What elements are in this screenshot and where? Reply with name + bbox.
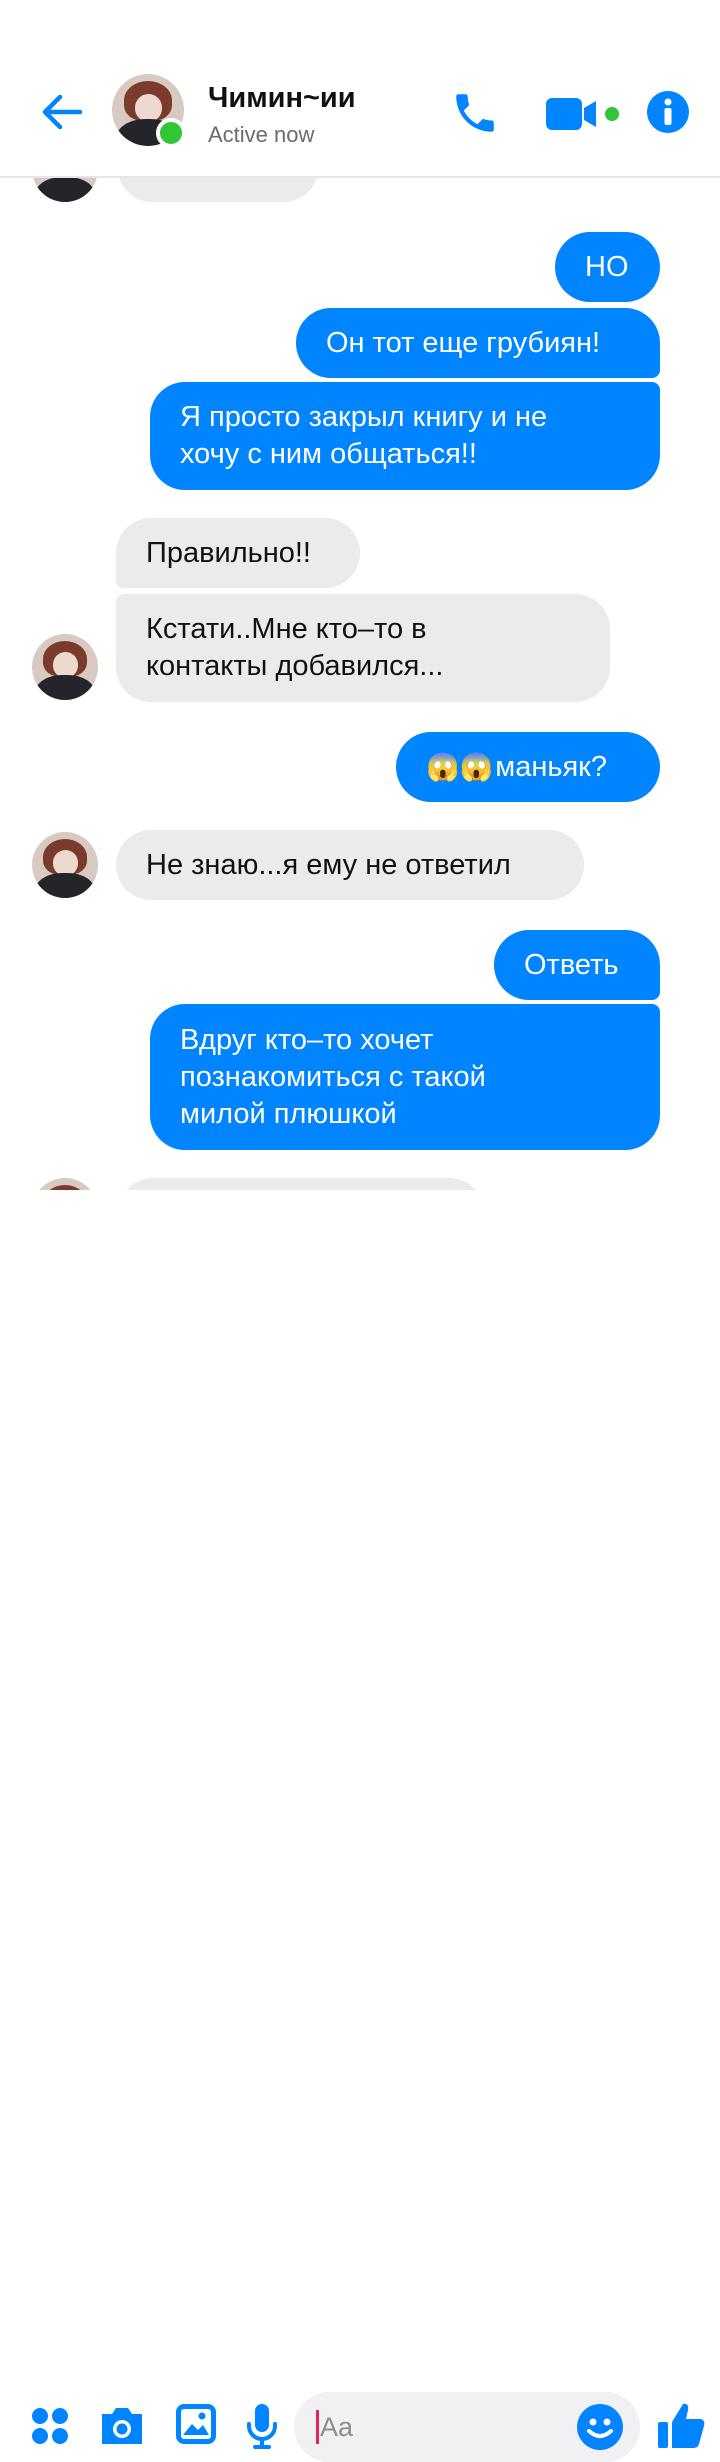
- camera-icon[interactable]: [98, 2404, 146, 2448]
- incoming-message[interactable]: Кстати..Мне кто–то в контакты добавился.…: [116, 594, 610, 702]
- incoming-message[interactable]: Правильно!!: [116, 518, 360, 588]
- message-text: Он тот еще грубиян!: [326, 326, 601, 359]
- outgoing-message[interactable]: Я просто закрыл книгу и не хочу с ним об…: [150, 382, 660, 490]
- online-indicator: [156, 118, 186, 148]
- message-line: контакты добавился...: [146, 650, 444, 682]
- outgoing-message[interactable]: 😱😱 маньяк?: [396, 732, 660, 802]
- message-line: милой плюшкой: [180, 1097, 397, 1130]
- screaming-face-emoji: 😱😱: [426, 751, 494, 782]
- thumbs-up-icon[interactable]: [656, 2400, 706, 2450]
- message-text: Ответь: [524, 948, 619, 981]
- outgoing-message[interactable]: НО: [555, 232, 660, 302]
- input-placeholder: Aa: [320, 2412, 354, 2442]
- back-arrow-icon[interactable]: [38, 88, 86, 136]
- outgoing-message[interactable]: Вдруг кто–то хочет познакомиться с такой…: [150, 1004, 660, 1150]
- message-text: НО: [585, 250, 629, 283]
- active-status: Active now: [208, 122, 315, 147]
- contact-avatar[interactable]: [112, 74, 186, 148]
- message-line: Вдруг кто–то хочет: [180, 1023, 434, 1056]
- contact-avatar[interactable]: [32, 832, 98, 898]
- video-camera-icon[interactable]: [544, 94, 624, 134]
- composer-bar: Aa: [0, 1190, 720, 2462]
- outgoing-message[interactable]: Он тот еще грубиян!: [296, 308, 660, 378]
- apps-grid-icon[interactable]: [30, 2406, 70, 2446]
- message-input[interactable]: Aa: [294, 2392, 640, 2462]
- text-cursor: [316, 2410, 319, 2444]
- emoji-icon[interactable]: [576, 2403, 624, 2451]
- message-text: маньяк?: [495, 750, 607, 783]
- message-line: хочу с ним общаться!!: [180, 438, 477, 470]
- contact-avatar[interactable]: [32, 1178, 98, 1190]
- message-list[interactable]: Чохен~ии НО Он тот еще грубиян! Я просто…: [0, 0, 720, 1190]
- message-text: Правильно!!: [146, 536, 311, 569]
- outgoing-message[interactable]: Ответь: [494, 930, 660, 1000]
- incoming-message[interactable]: [118, 1178, 484, 1190]
- conversation-header: Чимин~ии Active now: [0, 0, 720, 178]
- message-line: Я просто закрыл книгу и не: [180, 401, 548, 433]
- message-text: Не знаю...я ему не ответил: [146, 848, 511, 881]
- message-line: познакомиться с такой: [180, 1060, 486, 1093]
- message-line: Кстати..Мне кто–то в: [146, 613, 427, 645]
- contact-avatar[interactable]: [32, 634, 98, 700]
- phone-icon[interactable]: [450, 88, 500, 138]
- incoming-message[interactable]: Не знаю...я ему не ответил: [116, 830, 584, 900]
- gallery-icon[interactable]: [174, 2402, 218, 2446]
- contact-name[interactable]: Чимин~ии: [208, 82, 356, 115]
- info-icon[interactable]: [646, 90, 690, 134]
- microphone-icon[interactable]: [244, 2402, 280, 2450]
